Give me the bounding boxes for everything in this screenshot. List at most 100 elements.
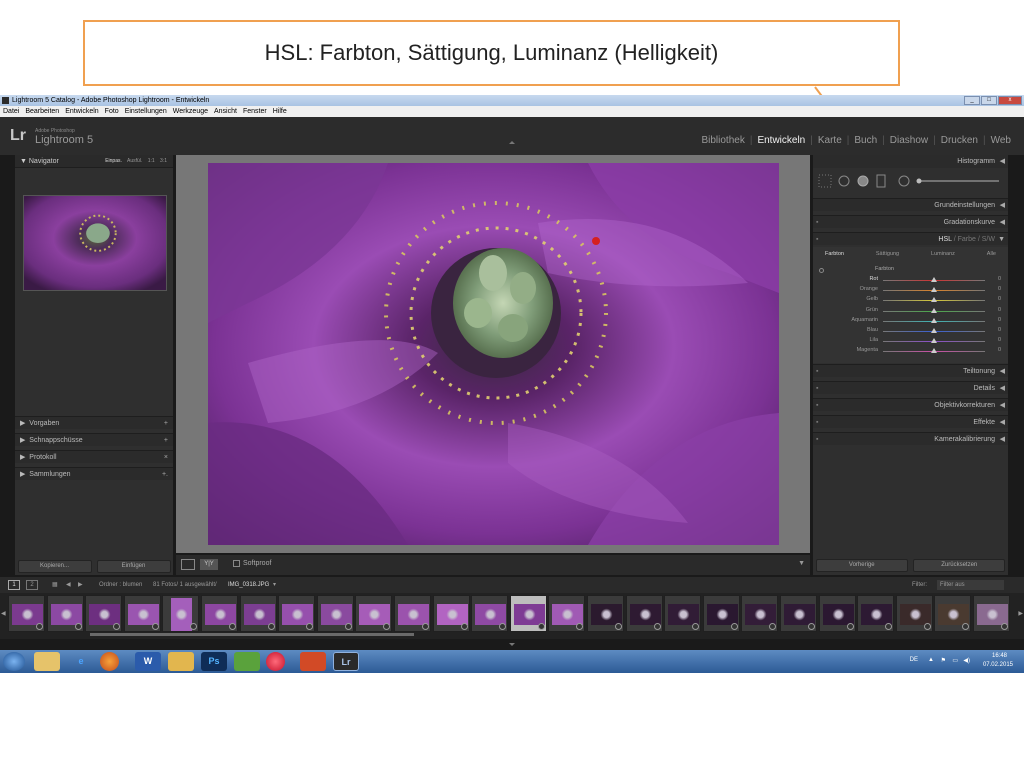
thumbnail-badge-icon[interactable] [653,623,661,630]
grid-icon[interactable]: ▦ [52,577,58,593]
start-button[interactable] [3,652,25,671]
filmstrip-thumbnail[interactable] [973,595,1010,632]
clock-time[interactable]: 16:48 [992,653,1007,659]
thumbnail-badge-icon[interactable] [808,623,815,630]
target-adjust-icon[interactable] [819,268,824,273]
network-icon[interactable]: ▭ [952,657,958,664]
lightroom-icon[interactable]: Lr [333,652,359,671]
word-icon[interactable]: W [135,652,161,671]
tray-up-icon[interactable]: ▲ [928,657,934,663]
thumbnail-badge-icon[interactable] [306,623,314,630]
thumbnail-badge-icon[interactable] [769,623,777,630]
section-objektivkorrekturen[interactable]: ▪ Objektivkorrekturen ◀ [813,398,1008,411]
copy-settings-button[interactable]: Kopieren... [17,559,92,573]
section-grundeinstellungen[interactable]: Grundeinstellungen ◀ [813,198,1008,211]
filmstrip-thumbnail[interactable] [394,595,431,632]
section-gradationskurve[interactable]: ▪ Gradationskurve ◀ [813,215,1008,228]
filmstrip-thumbnail[interactable] [780,595,817,632]
filter-select[interactable]: Filter aus [937,580,1004,590]
hsl-slider-knob[interactable] [931,307,937,313]
section-protokoll[interactable]: ▶ Protokoll × [15,450,173,463]
menu-einstellungen[interactable]: Einstellungen [125,106,167,117]
histogram-header[interactable]: Histogramm ◀ [813,155,1008,168]
selected-filename[interactable]: IMG_0318.JPG [228,577,269,593]
hsl-slider-value[interactable]: 0 [998,347,1001,353]
hsl-slider-knob[interactable] [931,348,937,354]
forward-arrow-icon[interactable]: ▶ [78,577,83,593]
filmstrip-thumbnail[interactable] [548,595,586,632]
hsl-subtab-luminanz[interactable]: Luminanz [925,251,961,262]
section-sammlungen[interactable]: ▶ Sammlungen +. [15,467,173,480]
menu-fenster[interactable]: Fenster [243,106,267,117]
paste-settings-button[interactable]: Einfügen [96,559,171,573]
nav-3to1[interactable]: 3:1 [160,158,167,164]
thumbnail-badge-icon[interactable] [151,623,159,630]
filmstrip-thumbnail[interactable] [934,595,972,632]
filmstrip-thumbnail[interactable] [702,595,740,632]
thumbnail-badge-icon[interactable] [885,623,893,630]
thumbnail-badge-icon[interactable] [422,623,429,630]
filmstrip-thumbnail[interactable] [471,595,509,632]
section-schnappschuesse[interactable]: ▶ Schnappschüsse + [15,433,173,446]
section-details[interactable]: ▪ Details ◀ [813,381,1008,394]
hsl-slider-value[interactable]: 0 [998,276,1001,282]
nav-1to1[interactable]: 1:1 [148,158,155,164]
thumbnail-badge-icon[interactable] [615,623,622,630]
thumbnail-badge-icon[interactable] [923,623,931,630]
menu-ansicht[interactable]: Ansicht [214,106,237,117]
maximize-button[interactable]: □ [981,96,997,105]
module-bibliothek[interactable]: Bibliothek [696,135,749,146]
clock-date[interactable]: 07.02.2015 [983,662,1013,668]
explorer-icon[interactable] [34,652,60,671]
menu-entwickeln[interactable]: Entwickeln [65,106,98,117]
filmstrip-thumbnail[interactable] [895,595,933,632]
thumbnail-badge-icon[interactable] [229,623,236,630]
volume-icon[interactable]: ◀) [963,657,970,664]
thumbnail-badge-icon[interactable] [537,623,545,630]
filmstrip-thumbnail[interactable] [355,595,393,632]
hsl-tab-hsl[interactable]: HSL [938,236,951,243]
thumbnail-badge-icon[interactable] [36,623,43,630]
hsl-subtab-farbton[interactable]: Farbton [819,251,850,262]
filmstrip-right-icon[interactable]: ▶ [1018,610,1023,617]
filmstrip-thumbnail[interactable] [316,595,354,632]
menu-hilfe[interactable]: Hilfe [273,106,287,117]
hsl-slider-value[interactable]: 0 [998,337,1001,343]
filmstrip-thumbnail[interactable] [818,595,856,632]
screen-1-button[interactable]: 1 [8,580,20,590]
filmstrip-thumbnail[interactable] [664,595,702,632]
filmstrip-thumbnail[interactable] [239,595,277,632]
section-kamerakalibrierung[interactable]: ▪ Kamerakalibrierung ◀ [813,432,1008,445]
filmstrip-thumbnail[interactable] [509,595,547,632]
before-after-icon[interactable]: Y|Y [200,559,218,570]
hsl-slider-knob[interactable] [931,277,937,282]
thumbnail-badge-icon[interactable] [344,623,352,630]
filmstrip-thumbnail[interactable] [85,595,123,632]
hsl-subtab-alle[interactable]: Alle [981,251,1002,262]
thumbnail-badge-icon[interactable] [499,623,507,630]
thumbnail-badge-icon[interactable] [730,623,738,630]
thumbnail-badge-icon[interactable] [113,623,121,630]
filmstrip-thumbnail[interactable] [8,595,45,632]
module-drucken[interactable]: Drucken [936,135,983,146]
toolbar-dropdown-icon[interactable]: ▼ [798,560,805,567]
section-effekte[interactable]: ▪ Effekte ◀ [813,415,1008,428]
hsl-slider-value[interactable]: 0 [998,317,1001,323]
filmstrip-thumbnail[interactable] [201,595,238,632]
filmstrip-thumbnail[interactable] [46,595,84,632]
navigator-header[interactable]: ▼ Navigator Einpas. Ausfül. 1:1 3:1 [15,155,173,168]
flag-icon[interactable]: ⚑ [941,657,946,664]
bottom-panel-toggle[interactable] [509,643,515,646]
hsl-tab-farbe[interactable]: Farbe [958,236,976,243]
module-karte[interactable]: Karte [813,135,847,146]
menu-werkzeuge[interactable]: Werkzeuge [173,106,208,117]
main-photo[interactable] [208,163,779,545]
module-entwickeln[interactable]: Entwickeln [752,135,810,146]
hsl-slider-knob[interactable] [931,287,937,293]
filmstrip-thumbnail[interactable] [857,595,895,632]
menu-foto[interactable]: Foto [105,106,119,117]
filmstrip-thumbnail[interactable] [432,595,470,632]
hsl-slider-knob[interactable] [931,317,937,323]
hsl-tab-sw[interactable]: S/W [982,236,995,243]
itunes-icon[interactable] [266,652,285,671]
